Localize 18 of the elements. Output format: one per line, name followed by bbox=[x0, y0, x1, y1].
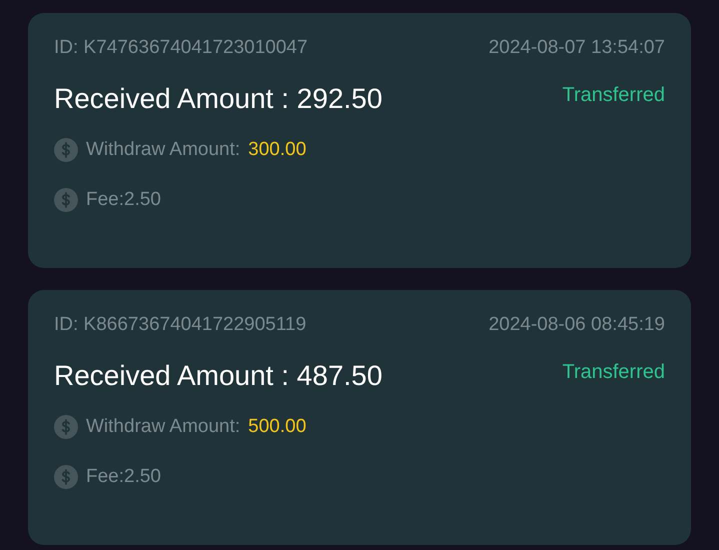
record-id: ID: K86673674041722905119 bbox=[54, 314, 306, 336]
fee-text: Fee:2.50 bbox=[86, 189, 161, 211]
dollar-icon bbox=[54, 415, 78, 439]
record-id: ID: K74763674041723010047 bbox=[54, 37, 308, 59]
record-time: 2024-08-06 08:45:19 bbox=[488, 314, 665, 336]
withdraw-value: 300.00 bbox=[248, 139, 306, 161]
record-time: 2024-08-07 13:54:07 bbox=[488, 37, 665, 59]
withdraw-label: Withdraw Amount: bbox=[86, 139, 240, 161]
fee-text: Fee:2.50 bbox=[86, 466, 161, 488]
dollar-icon bbox=[54, 188, 78, 212]
withdraw-value: 500.00 bbox=[248, 416, 306, 438]
received-amount: Received Amount : 292.50 bbox=[54, 83, 382, 115]
dollar-icon bbox=[54, 138, 78, 162]
status-label: Transferred bbox=[562, 361, 665, 384]
received-amount: Received Amount : 487.50 bbox=[54, 360, 382, 392]
dollar-icon bbox=[54, 465, 78, 489]
status-label: Transferred bbox=[562, 84, 665, 107]
withdraw-label: Withdraw Amount: bbox=[86, 416, 240, 438]
